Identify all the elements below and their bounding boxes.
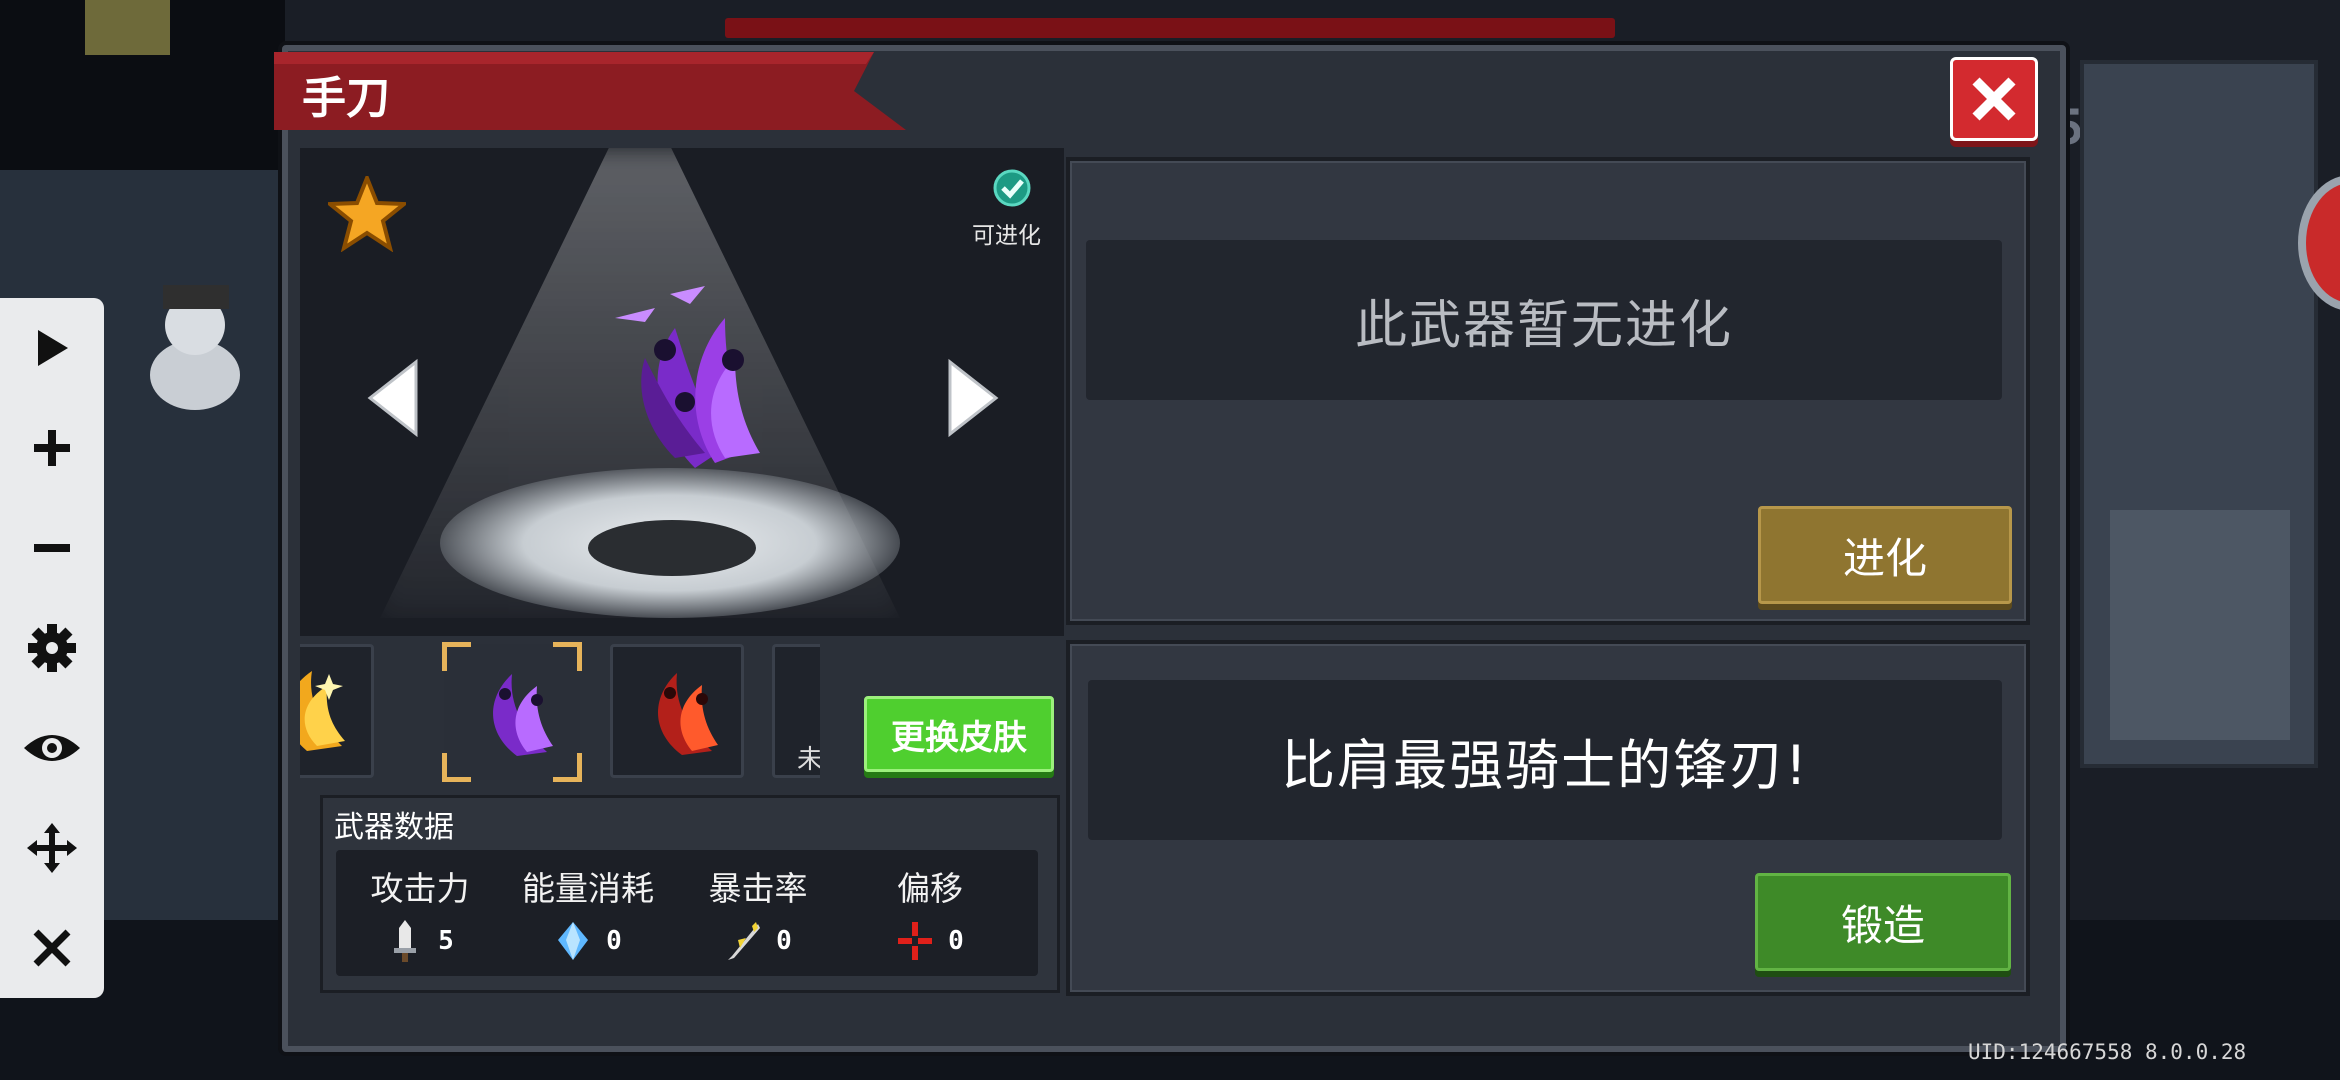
- stat-label: 暴击率: [708, 869, 808, 908]
- close-dialog-button[interactable]: [1950, 57, 2038, 141]
- next-skin-arrow[interactable]: [946, 358, 1000, 438]
- skin-gold[interactable]: [300, 644, 374, 778]
- eye-icon[interactable]: [20, 716, 84, 780]
- floating-toolbar: [0, 298, 104, 998]
- stat-value: 0: [606, 926, 622, 956]
- stat-crit-rate: 暴击率 0: [673, 862, 843, 964]
- forge-message: 比肩最强骑士的锋刃!: [1281, 733, 1809, 797]
- evolvable-label: 可进化: [972, 223, 1041, 249]
- stat-label: 攻击力: [370, 869, 470, 908]
- selection-corner: [442, 642, 471, 671]
- skin-locked[interactable]: 未: [772, 644, 820, 778]
- skin-purple-selected[interactable]: [442, 642, 582, 782]
- minus-icon[interactable]: [20, 516, 84, 580]
- move-icon[interactable]: [20, 816, 84, 880]
- crit-blade-icon: [728, 922, 761, 960]
- evolution-message-box: 此武器暂无进化: [1086, 240, 2002, 400]
- gold-claw-icon: [300, 671, 345, 751]
- close-icon[interactable]: [20, 916, 84, 980]
- weapon-stats-title: 武器数据: [334, 810, 454, 845]
- background-crate: [85, 0, 170, 55]
- red-claw-icon: [658, 673, 718, 755]
- locked-skin-label: 未: [797, 745, 820, 775]
- forge-button[interactable]: 锻造: [1755, 873, 2011, 971]
- selection-corner: [442, 753, 471, 782]
- stat-label: 偏移: [897, 869, 963, 908]
- sword-icon: [394, 920, 417, 962]
- weapon-showcase: 可进化: [300, 148, 1064, 636]
- stat-attack: 攻击力 5: [335, 862, 505, 964]
- stat-label: 能量消耗: [522, 869, 654, 908]
- purple-claw-icon: [493, 674, 553, 756]
- skin-selector: 未: [300, 636, 820, 782]
- uid-version-label: UID:124667558 8.0.0.28: [1968, 1040, 2247, 1064]
- stat-value: 5: [438, 926, 454, 956]
- evolution-message: 此武器暂无进化: [1354, 295, 1733, 356]
- evolve-button[interactable]: 进化: [1758, 506, 2012, 604]
- change-skin-button[interactable]: 更换皮肤: [864, 696, 1054, 772]
- forge-message-box: 比肩最强骑士的锋刃!: [1088, 680, 2002, 840]
- dialog-title: 手刀: [302, 73, 390, 124]
- stat-value: 0: [776, 926, 792, 956]
- previous-skin-arrow[interactable]: [366, 358, 420, 438]
- stat-value: 0: [948, 926, 964, 956]
- selection-corner: [553, 753, 582, 782]
- favorite-star-icon[interactable]: [328, 176, 406, 252]
- weapon-shadow: [588, 520, 756, 576]
- plus-icon[interactable]: [20, 416, 84, 480]
- boss-health-bar: [725, 18, 1615, 38]
- skin-red[interactable]: [610, 644, 744, 778]
- snowman-hat: [163, 285, 229, 309]
- energy-crystal-icon: [558, 922, 589, 960]
- background-machine-panel: [2110, 510, 2290, 740]
- stat-energy-cost: 能量消耗 0: [503, 862, 673, 964]
- gear-icon[interactable]: [20, 616, 84, 680]
- stat-offset: 偏移 0: [845, 862, 1015, 964]
- selection-corner: [553, 642, 582, 671]
- play-icon[interactable]: [20, 316, 84, 380]
- weapon-sprite-purple-claw: [615, 286, 760, 468]
- evolvable-check-icon: [993, 169, 1031, 207]
- crosshair-icon: [898, 922, 933, 960]
- close-x-icon: [1972, 77, 2016, 121]
